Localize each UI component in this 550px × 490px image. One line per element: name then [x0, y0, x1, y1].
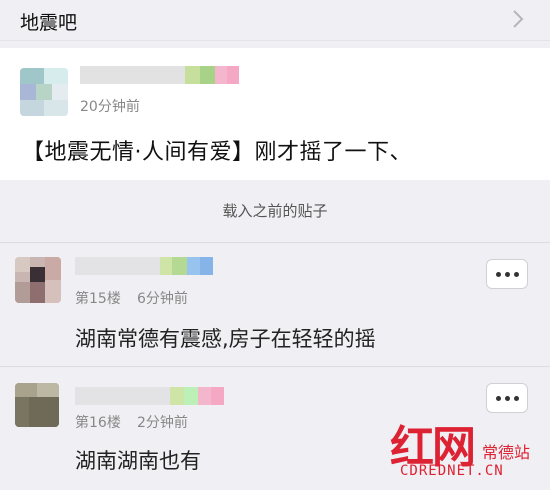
more-dot	[504, 395, 510, 401]
post-text: 【地震无情·人间有爱】刚才摇了一下、	[22, 140, 412, 165]
forum-title: 地震吧	[20, 12, 78, 34]
reply-time: 6分钟前	[137, 291, 188, 307]
more-dot	[513, 395, 519, 401]
avatar[interactable]	[15, 383, 59, 427]
avatar-image	[15, 383, 59, 427]
watermark-sub: 常德站	[481, 443, 530, 462]
reply-text: 湖南湖南也有	[75, 449, 201, 473]
more-dot	[495, 271, 501, 277]
reply-item: 第15楼 6分钟前 湖南常德有震感,房子在轻轻的摇	[0, 242, 550, 367]
avatar[interactable]	[20, 68, 68, 116]
load-previous-posts[interactable]: 载入之前的贴子	[0, 200, 550, 221]
chevron-right-icon[interactable]	[508, 8, 528, 30]
forum-header[interactable]: 地震吧	[0, 0, 550, 41]
username-blurred[interactable]	[75, 257, 213, 275]
more-options-button[interactable]	[486, 383, 528, 413]
reply-text: 湖南常德有震感,房子在轻轻的摇	[75, 327, 376, 351]
avatar-image	[15, 257, 61, 303]
more-options-button[interactable]	[486, 259, 528, 289]
more-dot	[495, 395, 501, 401]
username-blurred[interactable]	[75, 387, 224, 405]
more-dot	[513, 271, 519, 277]
watermark-url: CDREDNET.CN	[400, 463, 504, 479]
post-time: 20分钟前	[80, 99, 140, 115]
avatar-image	[20, 68, 68, 116]
username-blurred[interactable]	[80, 66, 239, 84]
reply-floor: 第16楼	[75, 415, 121, 431]
avatar[interactable]	[15, 257, 61, 303]
more-dot	[504, 271, 510, 277]
reply-floor: 第15楼	[75, 291, 121, 307]
watermark: 红网 常德站 CDREDNET.CN	[390, 411, 540, 481]
reply-time: 2分钟前	[137, 415, 188, 431]
